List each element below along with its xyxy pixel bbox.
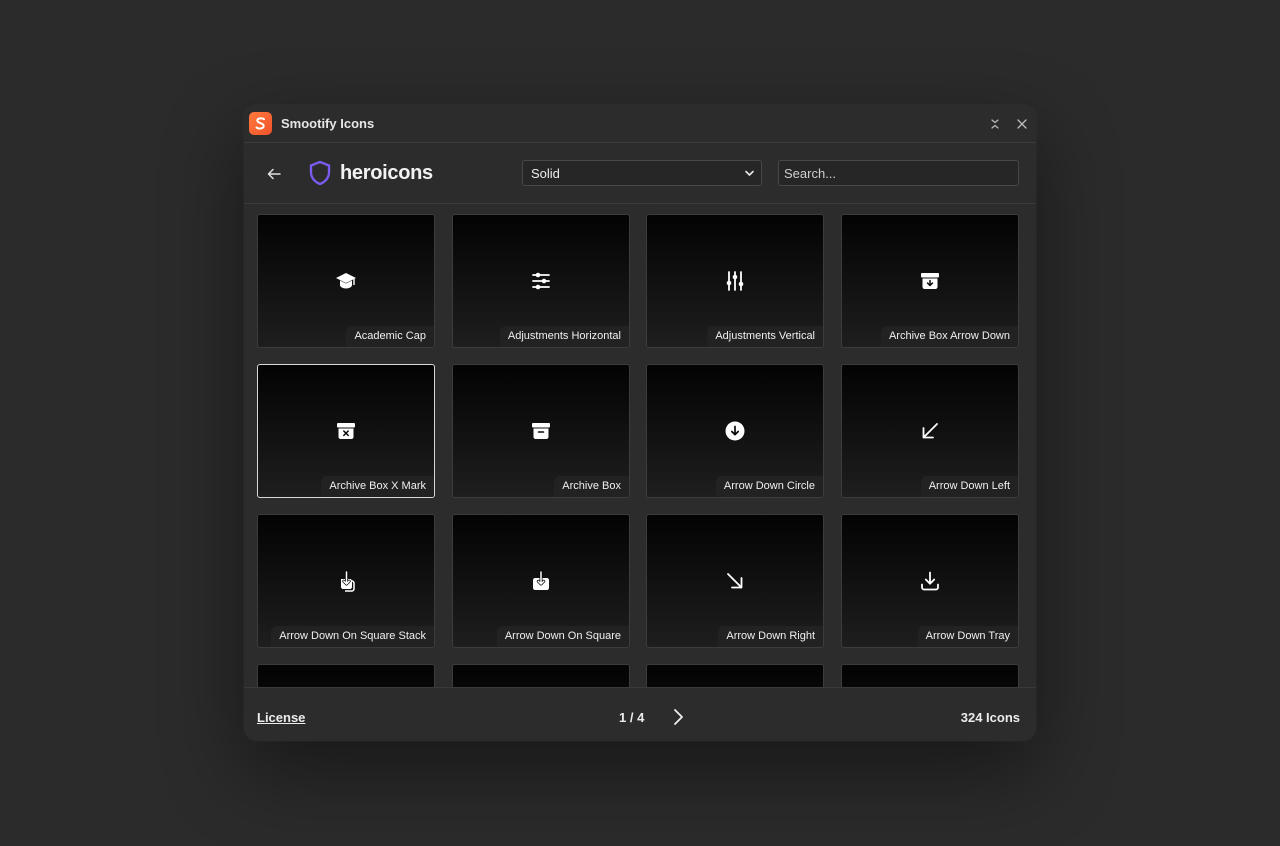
icon-tile[interactable]: Adjustments Horizontal xyxy=(452,214,630,348)
icon-tile[interactable]: Arrow Down Left xyxy=(841,364,1019,498)
icon-label: Adjustments Vertical xyxy=(707,326,823,347)
footer: License 1 / 4 324 Icons xyxy=(244,687,1036,741)
adjustments-vertical-icon xyxy=(724,270,746,292)
icon-grid: Academic Cap Adjustments Horizontal Adju… xyxy=(244,204,1036,687)
arrow-down-on-square-icon xyxy=(530,570,552,592)
window-title: Smootify Icons xyxy=(281,116,375,131)
icon-tile[interactable]: Arrow Down Right xyxy=(646,514,824,648)
title-bar: Smootify Icons xyxy=(244,105,1036,143)
icon-label: Arrow Down Left xyxy=(920,476,1018,497)
shield-icon xyxy=(309,160,331,186)
collapse-icon xyxy=(991,119,999,129)
chevron-down-icon xyxy=(745,170,754,176)
icon-tile[interactable] xyxy=(841,664,1019,687)
close-button[interactable] xyxy=(1012,114,1032,134)
icon-label: Arrow Down Right xyxy=(718,626,823,647)
arrow-left-icon xyxy=(267,168,281,180)
arrow-down-tray-icon xyxy=(919,570,941,592)
icon-tile[interactable]: Arrow Down Circle xyxy=(646,364,824,498)
icon-label: Arrow Down Circle xyxy=(715,476,823,497)
icon-tile[interactable]: Arrow Down On Square Stack xyxy=(257,514,435,648)
icon-tile[interactable] xyxy=(452,664,630,687)
adjustments-horizontal-icon xyxy=(530,270,552,292)
style-select[interactable]: Solid xyxy=(522,160,762,186)
archive-box-x-mark-icon xyxy=(335,420,357,442)
collapse-button[interactable] xyxy=(985,114,1005,134)
icon-label: Academic Cap xyxy=(346,326,434,347)
search-input[interactable] xyxy=(778,160,1019,186)
academic-cap-icon xyxy=(335,270,357,292)
icon-label: Archive Box xyxy=(554,476,629,497)
icon-count: 324 Icons xyxy=(960,710,1020,725)
icon-tile[interactable]: Adjustments Vertical xyxy=(646,214,824,348)
icon-tile[interactable]: Arrow Down Tray xyxy=(841,514,1019,648)
library-header: heroicons Solid xyxy=(244,143,1036,204)
close-icon xyxy=(1017,119,1027,129)
icon-tile[interactable] xyxy=(257,664,435,687)
back-button[interactable] xyxy=(262,162,286,186)
icon-label: Archive Box X Mark xyxy=(321,476,434,497)
archive-box-icon xyxy=(530,420,552,442)
arrow-down-circle-icon xyxy=(724,420,746,442)
icon-label: Arrow Down On Square Stack xyxy=(271,626,434,647)
icon-tile[interactable] xyxy=(646,664,824,687)
brand-name: heroicons xyxy=(340,161,433,184)
license-link[interactable]: License xyxy=(257,710,305,725)
icon-label: Adjustments Horizontal xyxy=(499,326,629,347)
icon-label: Arrow Down On Square xyxy=(496,626,629,647)
icon-tile[interactable]: Academic Cap xyxy=(257,214,435,348)
arrow-down-on-square-stack-icon xyxy=(335,570,357,592)
icon-tile[interactable]: Archive Box xyxy=(452,364,630,498)
chevron-right-icon xyxy=(674,709,683,725)
archive-box-arrow-down-icon xyxy=(919,270,941,292)
style-select-value: Solid xyxy=(531,165,560,181)
next-page-button[interactable] xyxy=(668,706,688,728)
heroicons-brand: heroicons xyxy=(308,160,433,186)
app-window: Smootify Icons heroicons Solid Search...… xyxy=(244,105,1036,741)
icon-tile[interactable]: Archive Box Arrow Down xyxy=(841,214,1019,348)
icon-label: Archive Box Arrow Down xyxy=(880,326,1018,347)
icon-tile[interactable]: Archive Box X Mark xyxy=(257,364,435,498)
arrow-down-right-icon xyxy=(724,570,746,592)
icon-tile[interactable]: Arrow Down On Square xyxy=(452,514,630,648)
arrow-down-left-icon xyxy=(919,420,941,442)
smootify-logo-icon xyxy=(249,112,272,135)
icon-label: Arrow Down Tray xyxy=(917,626,1018,647)
page-indicator: 1 / 4 xyxy=(619,710,645,725)
